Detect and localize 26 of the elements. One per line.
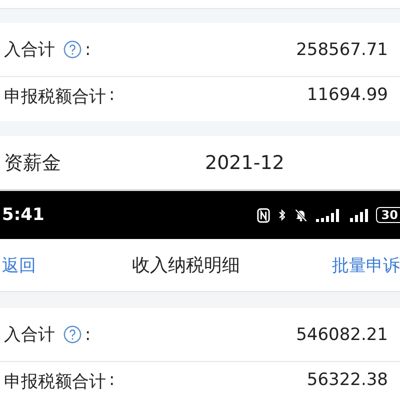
page-title: 收入纳税明细 <box>132 254 240 277</box>
nfc-icon <box>257 208 270 222</box>
row-label: 入合计 <box>4 39 55 61</box>
help-icon[interactable] <box>63 40 82 59</box>
clock: 5:41 <box>2 205 44 225</box>
colon: : <box>109 370 115 390</box>
amount: 258567.71 <box>296 40 389 60</box>
colon: : <box>85 40 91 60</box>
back-link[interactable]: 返回 <box>2 254 36 276</box>
batch-appeal-link[interactable]: 批量申诉 <box>332 254 400 276</box>
row-label: 申报税额合计 <box>4 86 106 108</box>
amount: 546082.21 <box>296 324 389 344</box>
colon: : <box>109 85 115 105</box>
record-row[interactable]: 资薪金 2021-12 <box>0 136 400 191</box>
amount: 11694.99 <box>306 85 389 105</box>
signal-icon <box>350 208 368 222</box>
battery-indicator: 30 <box>376 207 400 223</box>
period-date: 2021-12 <box>205 152 284 174</box>
row-label: 申报税额合计 <box>4 371 106 393</box>
colon: : <box>85 324 91 344</box>
bluetooth-icon <box>278 208 286 222</box>
income-type: 资薪金 <box>4 150 61 176</box>
help-icon[interactable] <box>63 325 82 344</box>
row-label: 入合计 <box>4 324 55 346</box>
amount: 56322.38 <box>306 370 389 390</box>
muted-bell-icon <box>294 208 308 222</box>
